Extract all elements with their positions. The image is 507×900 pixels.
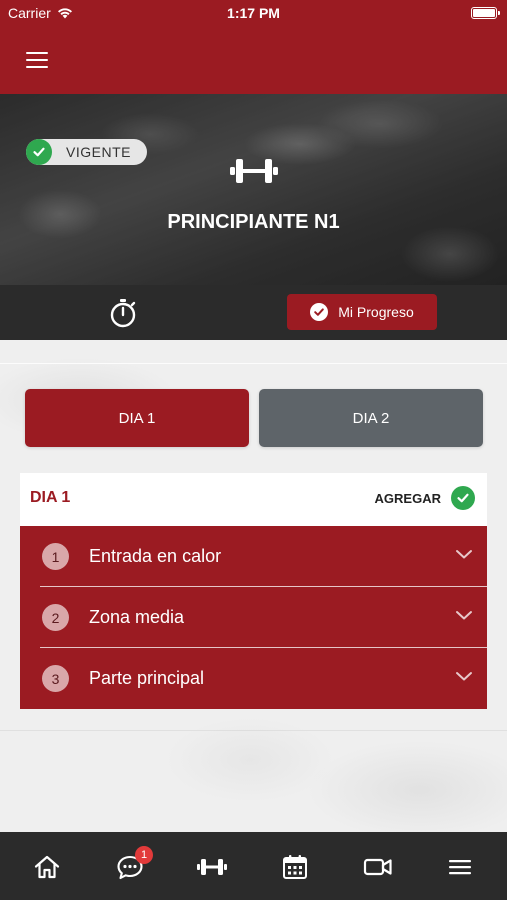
section-row-parte-principal[interactable]: 3 Parte principal [20, 648, 487, 709]
plan-hero-banner: VIGENTE PRINCIPIANTE N1 [0, 94, 507, 285]
status-badge: VIGENTE [26, 139, 147, 165]
tab-label: DIA 2 [352, 409, 390, 427]
chevron-down-icon [456, 550, 472, 559]
chevron-down-icon [456, 611, 472, 620]
add-button-label: AGREGAR [374, 490, 441, 506]
stopwatch-icon[interactable] [107, 297, 139, 329]
battery-icon [471, 7, 500, 19]
status-badge-label: VIGENTE [66, 144, 131, 160]
menu-icon[interactable] [443, 850, 477, 884]
dumbbell-icon[interactable] [195, 850, 229, 884]
section-number: 2 [42, 604, 69, 631]
app-header [0, 28, 507, 94]
add-button[interactable]: AGREGAR [375, 486, 475, 510]
notification-badge: 1 [135, 846, 153, 864]
plan-title: PRINCIPIANTE N1 [167, 211, 340, 233]
dumbbell-icon [230, 156, 278, 191]
main-content: DIA 1 DIA 2 DIA 1 AGREGAR 1 Entrada en c… [0, 340, 507, 832]
check-icon [26, 139, 52, 165]
status-bar: Carrier 1:17 PM [0, 0, 507, 28]
home-icon[interactable] [30, 850, 64, 884]
section-row-entrada-en-calor[interactable]: 1 Entrada en calor [20, 526, 487, 587]
hamburger-menu-icon[interactable] [26, 52, 48, 68]
section-number: 1 [42, 543, 69, 570]
bottom-tab-bar: 1 [0, 832, 507, 900]
calendar-icon[interactable] [278, 850, 312, 884]
chevron-down-icon [456, 672, 472, 681]
tab-dia-2[interactable]: DIA 2 [259, 389, 483, 447]
my-progress-button[interactable]: Mi Progreso [287, 294, 437, 330]
day-card-title: DIA 1 [30, 489, 71, 506]
check-icon [451, 486, 475, 510]
tab-dia-1[interactable]: DIA 1 [25, 389, 249, 447]
clock: 1:17 PM [227, 5, 280, 21]
day-card: DIA 1 AGREGAR 1 Entrada en calor 2 Zona … [20, 473, 487, 709]
section-label: Parte principal [89, 668, 205, 688]
action-bar: Mi Progreso [0, 285, 507, 340]
section-row-zona-media[interactable]: 2 Zona media [20, 587, 487, 648]
chat-icon[interactable]: 1 [113, 846, 153, 884]
section-label: Entrada en calor [89, 546, 222, 566]
section-number: 3 [42, 665, 69, 692]
video-icon[interactable] [361, 850, 395, 884]
my-progress-label: Mi Progreso [338, 304, 414, 320]
day-card-header: DIA 1 AGREGAR [20, 473, 487, 526]
tab-label: DIA 1 [118, 409, 156, 427]
check-icon [310, 303, 329, 321]
section-label: Zona media [89, 607, 185, 627]
